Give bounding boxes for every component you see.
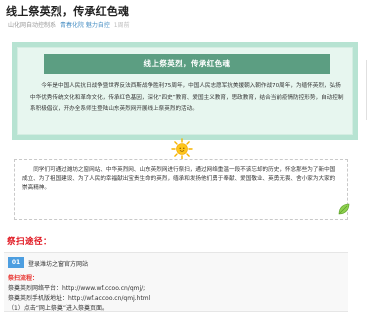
article-date: 1周前 bbox=[113, 22, 130, 29]
step-line-web-link[interactable]: 祭奠英烈网络平台：http://www.wf.ccoo.cn/qmj/; bbox=[8, 283, 145, 292]
step-box: 01 登录潍坊之窗官方网站 祭扫流程： 祭奠英烈网络平台：http://www.… bbox=[4, 252, 348, 312]
sun-icon bbox=[171, 138, 193, 160]
intro-card-inner: 线上祭英烈，传承红色魂 今年是中国人民抗日战争暨世界反法西斯战争胜利75周年，中… bbox=[17, 47, 353, 135]
right-scroll-rail bbox=[366, 60, 370, 120]
article-author-link[interactable]: 青春化院 魅力自控 bbox=[60, 22, 110, 29]
step-line-mobile-link[interactable]: 祭奠英烈手机版地址：http://wf.accoo.cn/qmj.html bbox=[8, 293, 150, 302]
intro-card-heading: 线上祭英烈，传承红色魂 bbox=[44, 54, 330, 74]
step-title: 登录潍坊之窗官方网站 bbox=[28, 261, 89, 268]
step-label: 祭扫流程： bbox=[8, 275, 39, 282]
notice-box: 同学们可通过潍坊之窗网站、中华英烈网、山东英烈网进行祭扫，通过网络重温一段不该忘… bbox=[14, 159, 350, 220]
intro-card: 线上祭英烈，传承红色魂 今年是中国人民抗日战争暨世界反法西斯战争胜利75周年，中… bbox=[12, 42, 358, 140]
article-source: 山化网自动控制系 bbox=[8, 22, 57, 29]
notice-text: 同学们可通过潍坊之窗网站、中华英烈网、山东英烈网进行祭扫，通过网络重温一段不该忘… bbox=[22, 167, 336, 192]
step-number-badge: 01 bbox=[8, 257, 24, 268]
step-line-instruction: （1）点击“网上祭奠”进入祭奠页面。 bbox=[8, 305, 109, 312]
article-title: 线上祭英烈，传承红色魂 bbox=[6, 5, 130, 18]
leaf-icon bbox=[338, 203, 350, 215]
article-meta: 山化网自动控制系 青春化院 魅力自控 1周前 bbox=[8, 20, 130, 29]
section-title: 祭扫途径： bbox=[7, 237, 53, 247]
intro-card-body: 今年是中国人民抗日战争暨世界反法西斯战争胜利75周年，中国人民志愿军抗美援朝入朝… bbox=[30, 83, 344, 112]
